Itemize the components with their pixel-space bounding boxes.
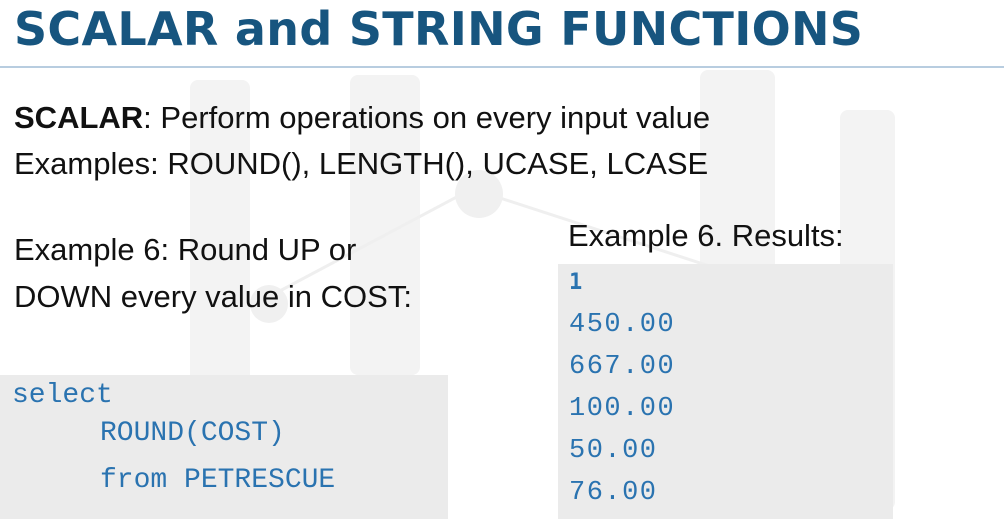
scalar-label: SCALAR xyxy=(14,100,144,135)
results-row: 76.00 xyxy=(569,478,658,508)
title-divider xyxy=(0,66,1004,68)
slide-title: SCALAR and STRING FUNCTIONS xyxy=(14,2,864,56)
results-title: Example 6. Results: xyxy=(568,218,844,253)
example6-description: Example 6: Round UP or DOWN every value … xyxy=(14,226,412,320)
examples-line: Examples: ROUND(), LENGTH(), UCASE, LCAS… xyxy=(14,146,709,181)
example6-line-2: DOWN every value in COST: xyxy=(14,279,412,314)
results-row: 450.00 xyxy=(569,310,676,340)
scalar-description: : Perform operations on every input valu… xyxy=(143,100,711,135)
results-row: 50.00 xyxy=(569,436,658,466)
scalar-definition: SCALAR: Perform operations on every inpu… xyxy=(14,100,710,136)
results-column-header: 1 xyxy=(569,270,583,295)
results-row: 100.00 xyxy=(569,394,676,424)
results-row: 667.00 xyxy=(569,352,676,382)
sql-line-round: ROUND(COST) xyxy=(100,418,285,449)
sql-line-select: select xyxy=(12,380,113,411)
sql-line-from: from PETRESCUE xyxy=(100,465,336,496)
example6-line-1: Example 6: Round UP or xyxy=(14,232,357,267)
